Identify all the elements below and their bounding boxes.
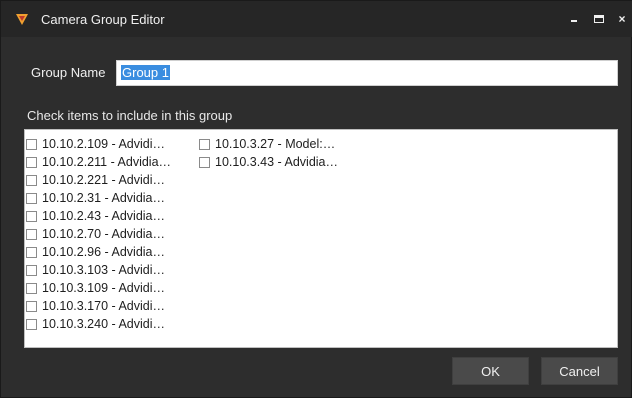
title-bar[interactable]: Camera Group Editor ×	[1, 1, 632, 37]
camera-label: 10.10.2.43 - Advidia…	[42, 209, 165, 223]
app-logo-icon	[16, 14, 28, 25]
camera-label: 10.10.3.109 - Advidi…	[42, 281, 165, 295]
camera-list-item[interactable]: 10.10.2.109 - Advidi…	[26, 135, 171, 153]
close-button[interactable]: ×	[614, 11, 630, 27]
cancel-button[interactable]: Cancel	[541, 357, 618, 385]
camera-list-item[interactable]: 10.10.3.103 - Advidi…	[26, 261, 171, 279]
minimize-button[interactable]	[567, 11, 583, 27]
checkbox[interactable]	[26, 300, 37, 312]
camera-list-item[interactable]: 10.10.3.43 - Advidia…	[199, 153, 338, 171]
camera-list-item[interactable]: 10.10.2.221 - Advidi…	[26, 171, 171, 189]
camera-list-item[interactable]: 10.10.2.211 - Advidia…	[26, 153, 171, 171]
camera-list-item[interactable]: 10.10.3.27 - Model:…	[199, 135, 338, 153]
group-name-value: Group 1	[121, 65, 170, 80]
camera-label: 10.10.3.103 - Advidi…	[42, 263, 165, 277]
list-column-1: 10.10.2.109 - Advidi… 10.10.2.211 - Advid…	[26, 135, 171, 333]
checkbox[interactable]	[26, 210, 37, 222]
camera-label: 10.10.3.170 - Advidi…	[42, 299, 165, 313]
camera-label: 10.10.2.70 - Advidia…	[42, 227, 165, 241]
checkbox[interactable]	[26, 156, 37, 168]
close-icon: ×	[618, 12, 626, 26]
camera-list-item[interactable]: 10.10.2.43 - Advidia…	[26, 207, 171, 225]
list-column-2: 10.10.3.27 - Model:… 10.10.3.43 - Advidia…	[199, 135, 338, 171]
checkbox[interactable]	[26, 318, 37, 330]
checkbox[interactable]	[26, 174, 37, 186]
checkbox[interactable]	[199, 138, 210, 150]
checkbox[interactable]	[26, 192, 37, 204]
checkbox[interactable]	[26, 282, 37, 294]
minimize-icon	[571, 20, 577, 22]
group-name-input[interactable]: Group 1	[116, 60, 618, 86]
checkbox[interactable]	[26, 246, 37, 258]
camera-label: 10.10.3.43 - Advidia…	[215, 155, 338, 169]
instructions-text: Check items to include in this group	[27, 108, 233, 123]
maximize-button[interactable]	[591, 11, 607, 27]
checkbox[interactable]	[199, 156, 210, 168]
group-name-label: Group Name	[31, 65, 106, 80]
camera-list-item[interactable]: 10.10.3.240 - Advidi…	[26, 315, 171, 333]
camera-checklist[interactable]: 10.10.2.109 - Advidi… 10.10.2.211 - Advid…	[24, 129, 618, 348]
camera-group-editor-window: Camera Group Editor × Group Name Group 1…	[0, 0, 632, 398]
camera-list-item[interactable]: 10.10.2.70 - Advidia…	[26, 225, 171, 243]
camera-list-item[interactable]: 10.10.3.170 - Advidi…	[26, 297, 171, 315]
camera-list-item[interactable]: 10.10.3.109 - Advidi…	[26, 279, 171, 297]
camera-label: 10.10.2.96 - Advidia…	[42, 245, 165, 259]
camera-list-item[interactable]: 10.10.2.96 - Advidia…	[26, 243, 171, 261]
maximize-icon	[594, 15, 604, 23]
camera-label: 10.10.2.31 - Advidia…	[42, 191, 165, 205]
checkbox[interactable]	[26, 138, 37, 150]
window-title: Camera Group Editor	[41, 12, 165, 27]
camera-label: 10.10.2.211 - Advidia…	[42, 155, 172, 169]
camera-label: 10.10.3.240 - Advidi…	[42, 317, 165, 331]
ok-button[interactable]: OK	[452, 357, 529, 385]
camera-list-item[interactable]: 10.10.2.31 - Advidia…	[26, 189, 171, 207]
checkbox[interactable]	[26, 264, 37, 276]
camera-label: 10.10.2.221 - Advidi…	[42, 173, 165, 187]
checkbox[interactable]	[26, 228, 37, 240]
camera-label: 10.10.2.109 - Advidi…	[42, 137, 165, 151]
camera-label: 10.10.3.27 - Model:…	[215, 137, 336, 151]
